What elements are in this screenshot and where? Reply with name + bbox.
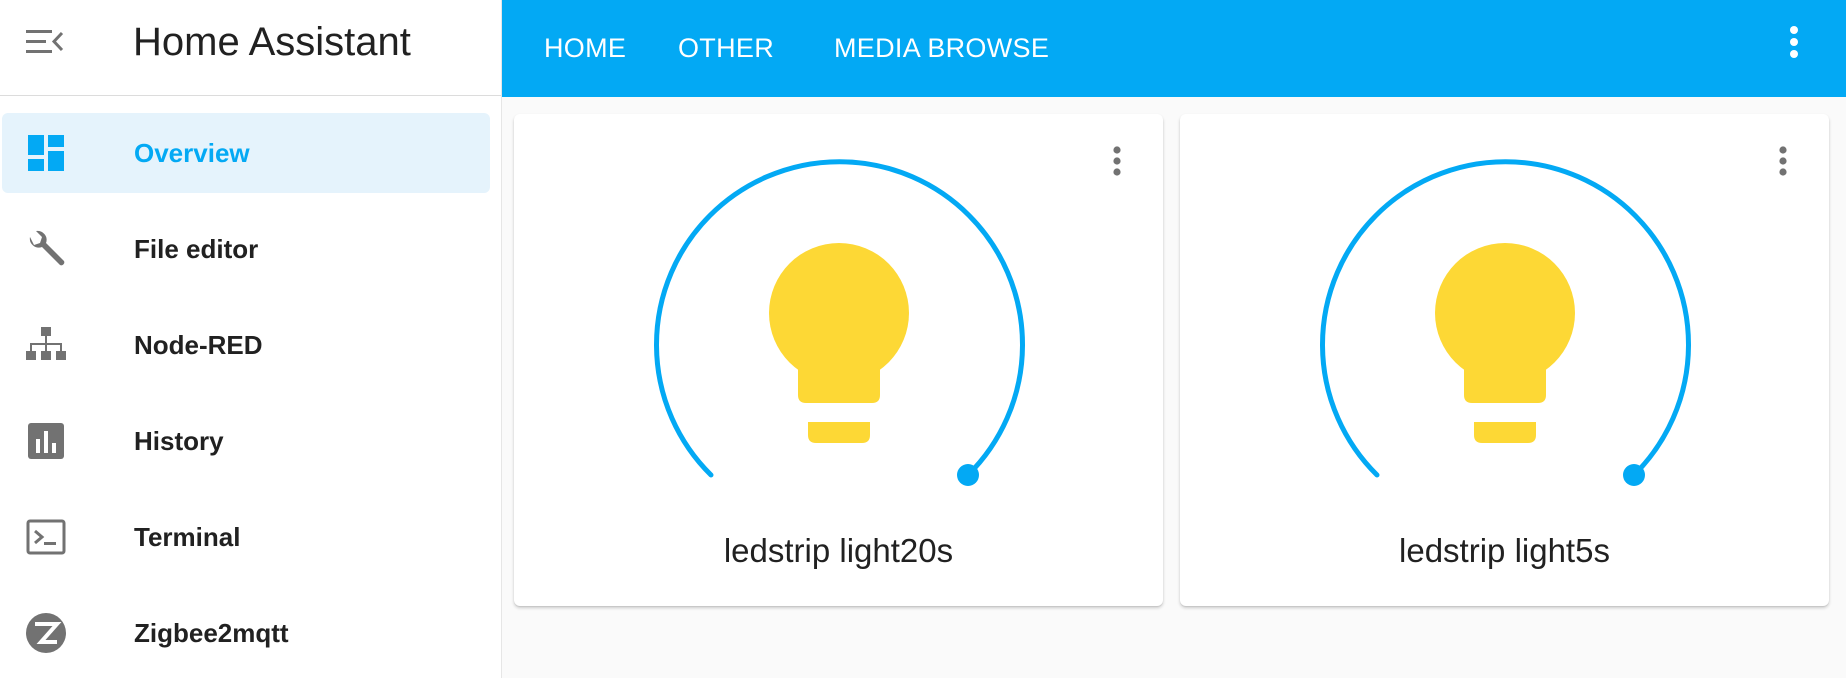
sidebar-item-label: File editor bbox=[134, 234, 259, 264]
wrench-icon bbox=[24, 227, 68, 271]
sidebar-item-terminal[interactable]: Terminal bbox=[2, 497, 490, 577]
sidebar: Home Assistant Overview File editor Node… bbox=[0, 0, 502, 678]
sidebar-item-overview[interactable]: Overview bbox=[2, 113, 490, 193]
sidebar-header: Home Assistant bbox=[0, 0, 501, 96]
app-title: Home Assistant bbox=[133, 20, 411, 64]
tab-media-browse[interactable]: MEDIA BROWSE bbox=[834, 26, 1049, 70]
sidebar-item-file-editor[interactable]: File editor bbox=[2, 209, 490, 289]
light-card: ledstrip light20s bbox=[514, 114, 1163, 606]
chart-box-icon bbox=[24, 419, 68, 463]
brightness-slider-handle bbox=[957, 464, 979, 486]
sidebar-item-history[interactable]: History bbox=[2, 401, 490, 481]
zigbee-icon bbox=[24, 611, 68, 655]
sidebar-item-label: History bbox=[134, 426, 224, 456]
top-app-bar: HOME OTHER MEDIA BROWSE bbox=[502, 0, 1846, 97]
entity-name[interactable]: ledstrip light5s bbox=[1180, 532, 1829, 570]
sitemap-icon bbox=[24, 323, 68, 367]
view-dashboard-icon bbox=[24, 131, 68, 175]
entity-name[interactable]: ledstrip light20s bbox=[514, 532, 1163, 570]
lightbulb-icon[interactable] bbox=[1434, 243, 1576, 443]
sidebar-item-node-red[interactable]: Node-RED bbox=[2, 305, 490, 385]
menu-collapse-icon[interactable] bbox=[24, 26, 68, 58]
sidebar-item-zigbee2mqtt[interactable]: Zigbee2mqtt bbox=[2, 593, 490, 673]
sidebar-item-label: Overview bbox=[134, 138, 250, 168]
sidebar-item-label: Terminal bbox=[134, 522, 241, 552]
overflow-menu-icon[interactable] bbox=[1784, 24, 1804, 64]
sidebar-item-label: Node-RED bbox=[134, 330, 263, 360]
console-icon bbox=[24, 515, 68, 559]
tab-home[interactable]: HOME bbox=[544, 26, 626, 70]
lightbulb-icon[interactable] bbox=[768, 243, 910, 443]
tab-other[interactable]: OTHER bbox=[678, 26, 774, 70]
brightness-slider-handle bbox=[1623, 464, 1645, 486]
light-card: ledstrip light5s bbox=[1180, 114, 1829, 606]
sidebar-item-label: Zigbee2mqtt bbox=[134, 618, 289, 648]
